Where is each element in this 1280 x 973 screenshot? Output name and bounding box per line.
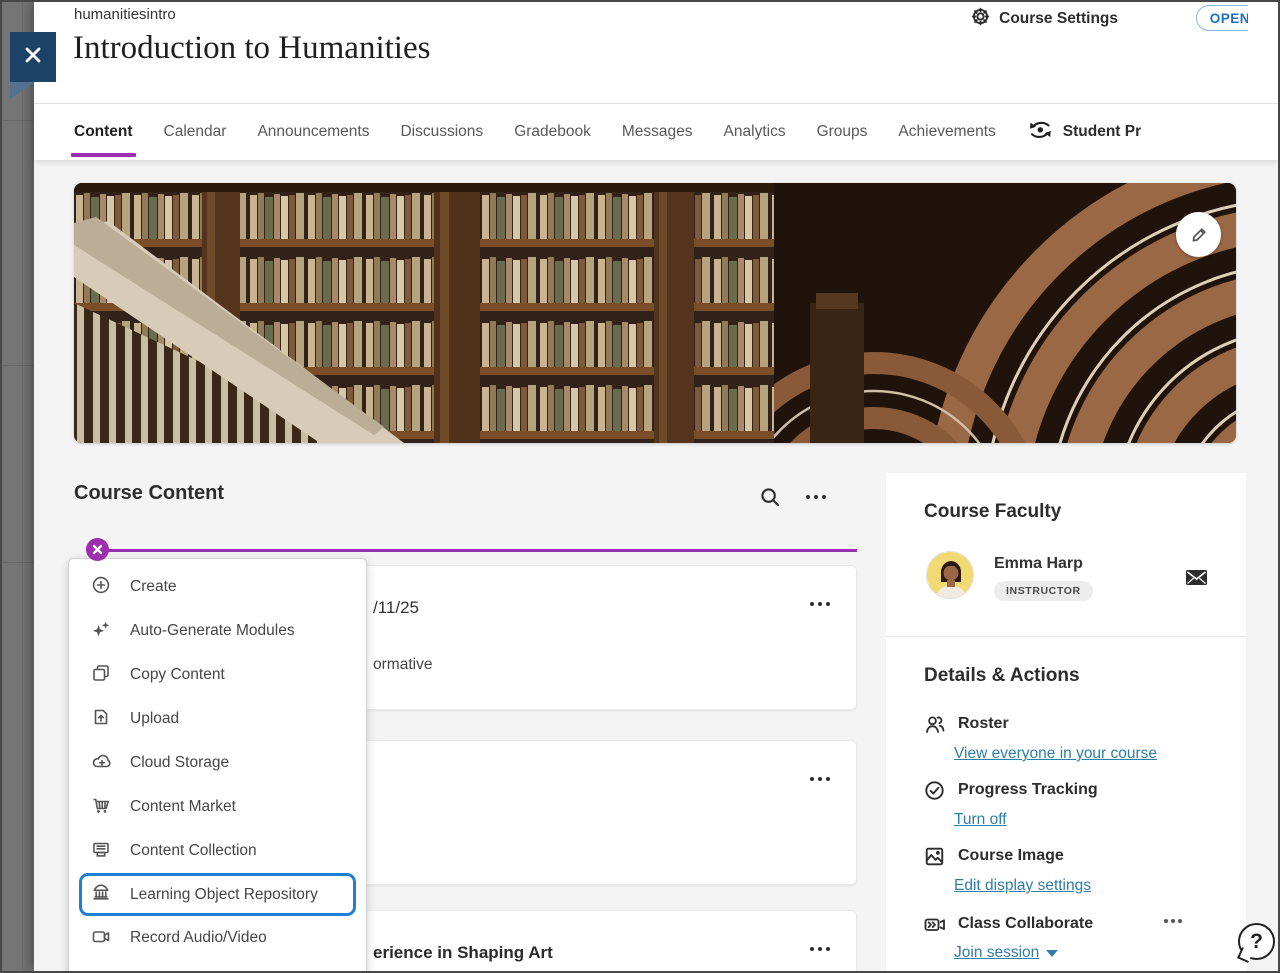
pencil-icon: [1189, 225, 1209, 245]
class-collaborate-icon: [924, 914, 946, 940]
item-ellipsis-icon[interactable]: [806, 765, 834, 793]
copy-icon: [91, 663, 111, 688]
details-actions-heading: Details & Actions: [924, 665, 1080, 687]
tab-content[interactable]: Content: [74, 104, 133, 160]
menu-item-auto-generate-modules[interactable]: Auto-Generate Modules: [69, 609, 366, 653]
course-tabbar: Content Calendar Announcements Discussio…: [34, 103, 1278, 160]
class-collaborate-label: Class Collaborate: [958, 915, 1093, 933]
add-content-close-button[interactable]: [86, 538, 109, 561]
page-title: Introduction to Humanities: [73, 30, 430, 67]
sidebar-divider: [886, 636, 1246, 637]
menu-item-record-audio-video[interactable]: Record Audio/Video: [69, 916, 366, 960]
menu-item-learning-object-repository[interactable]: Learning Object Repository: [79, 873, 356, 916]
partial-icon: [91, 970, 111, 972]
roster-label: Roster: [958, 715, 1009, 733]
course-window: humanitiesintro Introduction to Humaniti…: [0, 0, 1280, 973]
menu-item-content-market[interactable]: Content Market: [69, 785, 366, 829]
course-sidebar: Course Faculty Emma Harp INSTRUCTOR: [886, 473, 1246, 971]
tab-discussions[interactable]: Discussions: [400, 104, 483, 160]
create-plus-icon: [91, 575, 111, 600]
sparkles-icon: [91, 619, 111, 644]
item-ellipsis-icon[interactable]: [806, 590, 834, 618]
content-area: Course Content /11/25 ormative erience i…: [34, 160, 1278, 971]
instructor-role-badge: INSTRUCTOR: [994, 581, 1093, 601]
menu-item-upload[interactable]: Upload: [69, 697, 366, 741]
join-session-link[interactable]: Join session: [954, 944, 1058, 962]
edit-banner-button[interactable]: [1176, 212, 1221, 257]
gear-icon: [970, 6, 991, 32]
course-id: humanitiesintro: [74, 6, 176, 23]
tab-announcements[interactable]: Announcements: [257, 104, 369, 160]
tab-achievements[interactable]: Achievements: [898, 104, 995, 160]
progress-check-icon: [924, 780, 945, 806]
course-faculty-heading: Course Faculty: [924, 501, 1061, 523]
menu-item-copy-content[interactable]: Copy Content: [69, 653, 366, 697]
roster-people-icon: [924, 714, 946, 739]
tab-student-preview[interactable]: Student Pr: [1027, 104, 1141, 160]
menu-item-partial[interactable]: [69, 960, 366, 971]
menu-item-content-collection[interactable]: Content Collection: [69, 829, 366, 873]
dimmed-backdrop: [2, 2, 34, 971]
tab-analytics[interactable]: Analytics: [724, 104, 786, 160]
course-image-link[interactable]: Edit display settings: [954, 877, 1091, 895]
tab-calendar[interactable]: Calendar: [164, 104, 227, 160]
content-collection-icon: [91, 839, 111, 864]
course-image-icon: [924, 846, 945, 872]
menu-item-cloud-storage[interactable]: Cloud Storage: [69, 741, 366, 785]
course-banner-image: [74, 183, 1236, 443]
progress-tracking-link[interactable]: Turn off: [954, 811, 1007, 829]
course-settings-label: Course Settings: [999, 10, 1118, 28]
menu-item-create[interactable]: Create: [69, 565, 366, 609]
tab-groups[interactable]: Groups: [817, 104, 868, 160]
video-camera-icon: [91, 926, 111, 951]
add-content-divider: [97, 549, 857, 552]
chevron-down-icon: [1046, 950, 1058, 957]
course-settings-button[interactable]: Course Settings: [970, 6, 1118, 32]
instructor-name: Emma Harp: [994, 555, 1083, 573]
instructor-avatar: [926, 551, 974, 599]
close-icon: [23, 45, 43, 70]
course-panel: humanitiesintro Introduction to Humaniti…: [34, 2, 1278, 971]
student-preview-icon: [1027, 119, 1054, 146]
upload-icon: [91, 707, 111, 732]
course-content-heading: Course Content: [74, 482, 224, 505]
content-options-ellipsis-icon[interactable]: [802, 483, 830, 511]
add-content-menu: Create Auto-Generate Modules Copy Conten…: [68, 558, 367, 971]
course-header: humanitiesintro Introduction to Humaniti…: [34, 2, 1278, 103]
repository-bank-icon: [91, 882, 111, 907]
cloud-plus-icon: [91, 751, 111, 776]
search-icon[interactable]: [756, 483, 784, 511]
item-ellipsis-icon[interactable]: [806, 935, 834, 963]
collaborate-options-ellipsis-icon[interactable]: [1162, 919, 1184, 923]
shopping-cart-icon: [91, 795, 111, 820]
roster-link[interactable]: View everyone in your course: [954, 745, 1157, 763]
tab-gradebook[interactable]: Gradebook: [514, 104, 591, 160]
email-icon[interactable]: [1186, 570, 1207, 590]
tab-messages[interactable]: Messages: [622, 104, 693, 160]
course-image-label: Course Image: [958, 847, 1064, 865]
progress-tracking-label: Progress Tracking: [958, 781, 1098, 799]
close-panel-button[interactable]: [10, 32, 56, 82]
help-button[interactable]: ?: [1238, 923, 1275, 960]
